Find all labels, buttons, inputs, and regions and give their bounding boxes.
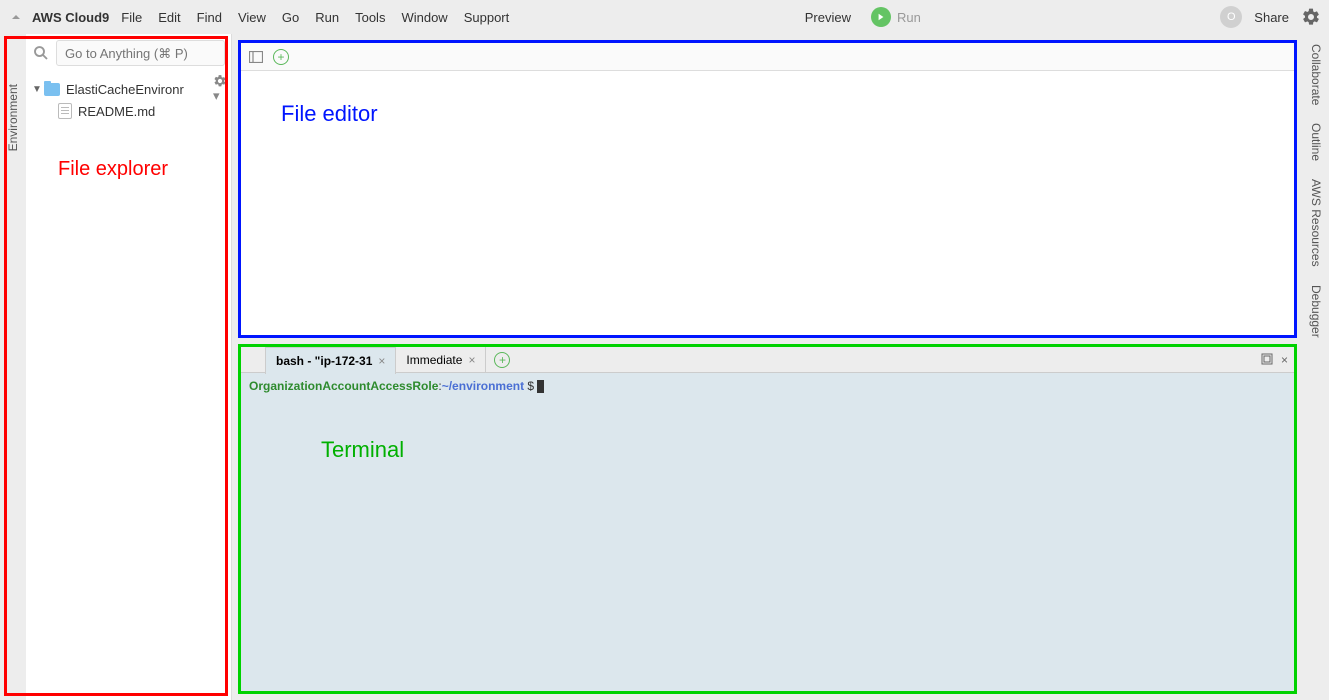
editor-annotation-label: File editor: [241, 71, 1294, 157]
menu-file[interactable]: File: [121, 10, 142, 25]
rail-collaborate[interactable]: Collaborate: [1309, 44, 1323, 105]
play-icon: [871, 7, 891, 27]
run-button[interactable]: Run: [871, 7, 921, 27]
menu-support[interactable]: Support: [464, 10, 510, 25]
folder-label: ElastiCacheEnvironr: [66, 82, 184, 97]
rail-aws-resources[interactable]: AWS Resources: [1309, 179, 1323, 267]
close-icon[interactable]: ×: [1281, 353, 1288, 367]
rail-environment[interactable]: Environment: [6, 84, 20, 151]
plus-icon[interactable]: +: [494, 352, 510, 368]
rail-debugger[interactable]: Debugger: [1309, 285, 1323, 338]
folder-icon: [44, 83, 60, 96]
file-tree: ▼ ElastiCacheEnvironr ▾ README.md: [26, 72, 231, 700]
plus-icon[interactable]: +: [273, 49, 289, 65]
terminal-tab-bash[interactable]: bash - "ip-172-31 ×: [265, 347, 396, 374]
share-button[interactable]: Share: [1254, 10, 1289, 25]
file-explorer: ▼ ElastiCacheEnvironr ▾ README.md: [26, 34, 232, 700]
tab-label: bash - "ip-172-31: [276, 354, 372, 368]
brand[interactable]: AWS Cloud9: [32, 10, 109, 25]
run-label: Run: [897, 10, 921, 25]
chevron-down-icon: ▼: [30, 84, 44, 95]
menu-go[interactable]: Go: [282, 10, 299, 25]
prompt-user: OrganizationAccountAccessRole: [249, 379, 438, 393]
terminal-tab-immediate[interactable]: Immediate ×: [396, 347, 486, 373]
menu-tools[interactable]: Tools: [355, 10, 385, 25]
terminal-tabbar: bash - "ip-172-31 × Immediate × + ×: [241, 347, 1294, 373]
close-icon[interactable]: ×: [378, 354, 385, 368]
cursor: [537, 380, 544, 393]
gear-icon[interactable]: [1301, 7, 1321, 27]
menu-run[interactable]: Run: [315, 10, 339, 25]
tab-label: Immediate: [406, 353, 462, 367]
search-input[interactable]: [56, 40, 225, 66]
search-icon[interactable]: [32, 44, 50, 62]
prompt-symbol: $: [524, 379, 537, 393]
terminal-region: bash - "ip-172-31 × Immediate × + × Orga…: [238, 344, 1297, 694]
menu-edit[interactable]: Edit: [158, 10, 180, 25]
terminal-body[interactable]: OrganizationAccountAccessRole:~/environm…: [241, 373, 1294, 691]
editor-tabbar: +: [241, 43, 1294, 71]
menu-window[interactable]: Window: [401, 10, 447, 25]
preview-button[interactable]: Preview: [805, 10, 851, 25]
gear-icon[interactable]: ▾: [213, 74, 227, 104]
avatar[interactable]: O: [1220, 6, 1242, 28]
menu-find[interactable]: Find: [197, 10, 222, 25]
menu-view[interactable]: View: [238, 10, 266, 25]
panel-icon[interactable]: [249, 51, 263, 63]
file-icon: [58, 103, 72, 119]
terminal-annotation-label: Terminal: [321, 437, 404, 463]
sidebar-toggle-icon[interactable]: [8, 9, 24, 25]
close-icon[interactable]: ×: [468, 353, 475, 367]
file-label: README.md: [78, 104, 155, 119]
left-rail: Environment: [0, 34, 26, 700]
editor-region: + File editor: [238, 40, 1297, 338]
menubar: AWS Cloud9 File Edit Find View Go Run To…: [0, 0, 1329, 34]
tree-root-folder[interactable]: ▼ ElastiCacheEnvironr ▾: [30, 78, 227, 100]
rail-outline[interactable]: Outline: [1309, 123, 1323, 161]
prompt-path: ~/environment: [442, 379, 524, 393]
right-rail: Collaborate Outline AWS Resources Debugg…: [1303, 34, 1329, 700]
maximize-icon[interactable]: [1261, 353, 1273, 367]
tree-file-readme[interactable]: README.md: [30, 100, 227, 122]
